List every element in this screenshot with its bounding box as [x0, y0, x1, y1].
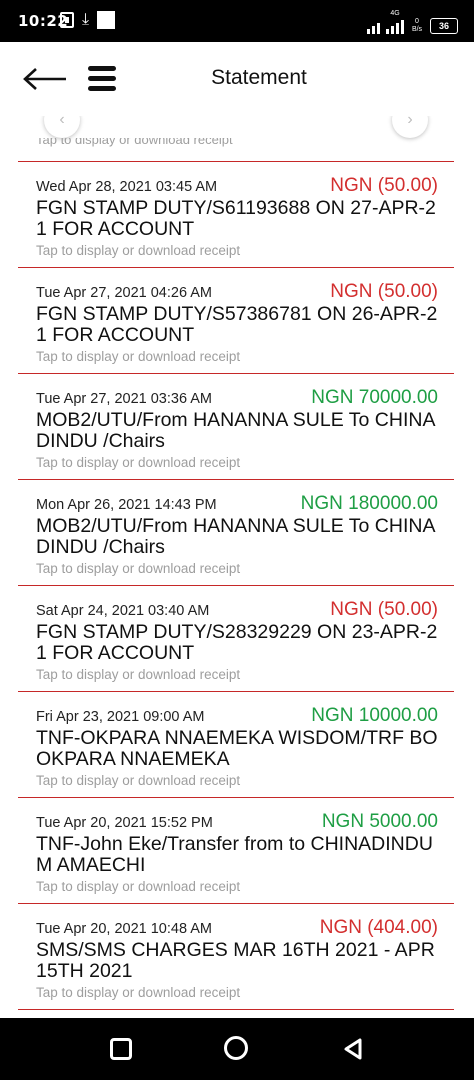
transaction-description: MOB2/UTU/From HANANNA SULE To CHINADINDU… [36, 515, 436, 558]
network-type: 4G [390, 10, 400, 17]
app-header: Statement [0, 42, 474, 116]
transaction-description: SMS/SMS CHARGES MAR 16TH 2021 - APR 15TH… [36, 939, 435, 982]
transaction-date: Tue Apr 20, 2021 15:52 PM [36, 815, 213, 831]
transaction-date: Tue Apr 20, 2021 10:48 AM [36, 921, 213, 937]
transaction-amount: NGN 10000.00 [311, 705, 438, 726]
transaction-row[interactable]: Mon Apr 26, 2021 14:43 PM NGN 180000.00 … [18, 480, 454, 586]
receipt-hint: Tap to display or download receipt [36, 773, 241, 788]
transaction-description: TNF-OKPARA NNAEMEKA WISDOM/TRF BO OKPARA… [36, 727, 438, 770]
transaction-row[interactable]: Wed Apr 28, 2021 03:45 AM NGN (50.00) FG… [18, 162, 454, 268]
transaction-date: Tue Apr 27, 2021 03:36 AM [36, 391, 213, 407]
download-icon: ⤓ [82, 11, 90, 28]
transaction-date: Tue Apr 27, 2021 04:26 AM [36, 285, 213, 301]
notification-square-icon [97, 11, 116, 29]
transaction-list[interactable]: ‹ › Tap to display or download receipt W… [0, 116, 474, 1018]
receipt-hint: Tap to display or download receipt [36, 243, 241, 258]
status-bar: 10:22 ⤓ 4G 0 B/s 36 [0, 0, 474, 42]
system-back-icon[interactable] [340, 1036, 366, 1062]
transaction-description: FGN STAMP DUTY/S28329229 ON 23-APR-21 FO… [36, 621, 438, 664]
transaction-row[interactable]: Tue Apr 20, 2021 15:52 PM NGN 5000.00 TN… [18, 798, 454, 904]
transaction-amount: NGN 5000.00 [321, 811, 438, 832]
partial-receipt-hint: Tap to display or download receipt [36, 138, 233, 147]
sim-card-icon [60, 12, 74, 28]
transaction-date: Wed Apr 28, 2021 03:45 AM [36, 179, 218, 195]
transaction-row[interactable]: Tue Apr 27, 2021 03:36 AM NGN 70000.00 M… [18, 374, 454, 480]
next-page-button[interactable]: › [392, 116, 428, 138]
previous-page-button[interactable]: ‹ [44, 116, 80, 138]
recent-apps-icon[interactable] [108, 1036, 134, 1062]
transaction-amount: NGN (50.00) [330, 175, 438, 196]
transaction-amount: NGN (50.00) [330, 281, 438, 302]
network-speed: 0 B/s [411, 18, 423, 33]
transaction-date: Fri Apr 23, 2021 09:00 AM [36, 709, 205, 725]
receipt-hint: Tap to display or download receipt [36, 349, 241, 364]
receipt-hint: Tap to display or download receipt [36, 455, 241, 470]
transaction-description: MOB2/UTU/From HANANNA SULE To CHINADINDU… [36, 409, 436, 452]
transaction-description: FGN STAMP DUTY/S57386781 ON 26-APR-21 FO… [36, 303, 438, 346]
system-navigation-bar [0, 1018, 474, 1080]
transaction-amount: NGN (50.00) [330, 599, 438, 620]
receipt-hint: Tap to display or download receipt [36, 667, 241, 682]
transaction-description: TNF-John Eke/Transfer from to CHINADINDU… [36, 833, 433, 876]
transaction-date: Sat Apr 24, 2021 03:40 AM [36, 603, 210, 619]
status-right-icons: 4G 0 B/s 36 [367, 10, 458, 34]
battery-icon: 36 [430, 18, 458, 34]
signal-strength-icon [386, 18, 404, 34]
receipt-hint: Tap to display or download receipt [36, 879, 241, 894]
transaction-row[interactable]: Fri Apr 23, 2021 09:00 AM NGN 10000.00 T… [18, 692, 454, 798]
home-icon[interactable] [224, 1036, 250, 1062]
receipt-hint: Tap to display or download receipt [36, 561, 241, 576]
status-notification-icons: ⤓ [60, 11, 116, 29]
transaction-amount: NGN (404.00) [319, 917, 438, 938]
signal-icon [367, 18, 380, 34]
page-title: Statement [211, 66, 307, 89]
transaction-amount: NGN 180000.00 [300, 493, 438, 514]
transaction-row[interactable]: Sat Apr 24, 2021 03:40 AM NGN (50.00) FG… [18, 586, 454, 692]
transaction-row[interactable]: Tue Apr 27, 2021 04:26 AM NGN (50.00) FG… [18, 268, 454, 374]
transaction-date: Mon Apr 26, 2021 14:43 PM [36, 497, 217, 513]
transaction-amount: NGN 70000.00 [311, 387, 438, 408]
transaction-row[interactable]: Tue Apr 20, 2021 10:48 AM NGN (404.00) S… [18, 904, 454, 1010]
transaction-description: FGN STAMP DUTY/S61193688 ON 27-APR-21 FO… [36, 197, 436, 240]
receipt-hint: Tap to display or download receipt [36, 985, 241, 1000]
